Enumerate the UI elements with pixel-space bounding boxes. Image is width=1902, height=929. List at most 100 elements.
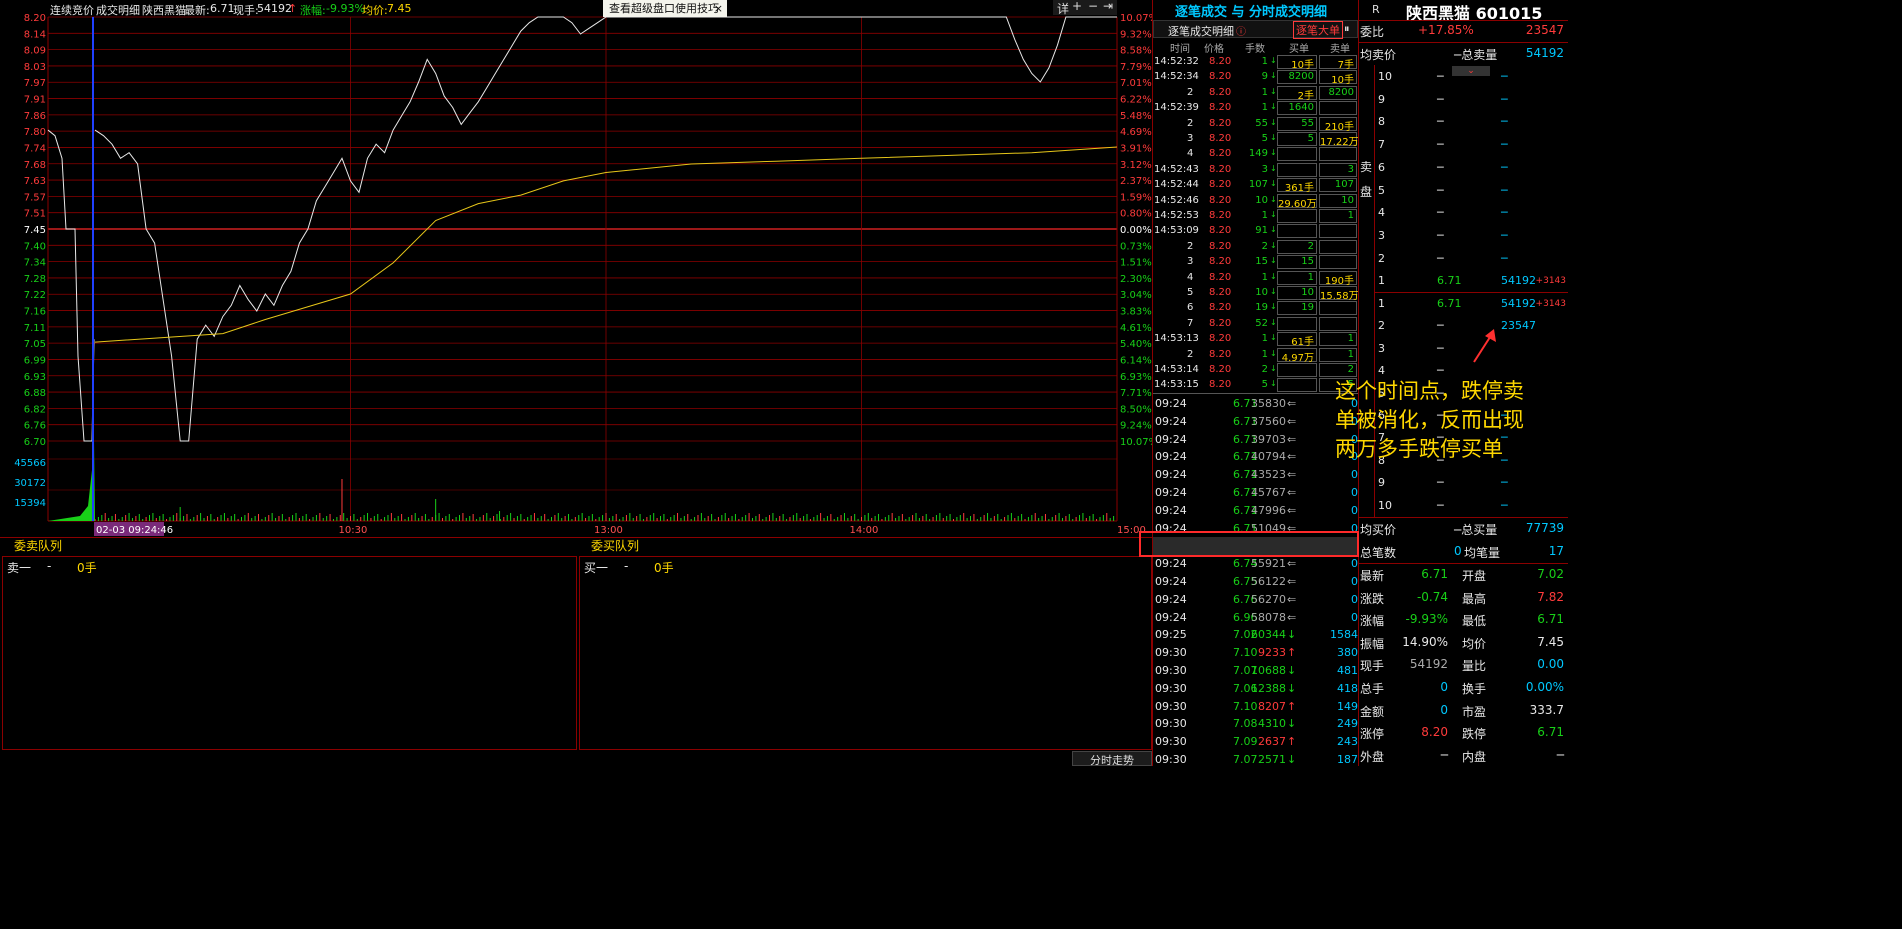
- trade-time: 2: [1187, 348, 1194, 360]
- expand-icon[interactable]: ⇥: [1103, 0, 1113, 13]
- trade-time: 14:52:34: [1154, 71, 1199, 83]
- ask-price: ─: [1437, 206, 1444, 220]
- stat-label-2: 跌停: [1462, 727, 1487, 742]
- bid-level: 3: [1378, 341, 1385, 355]
- bid-level-row[interactable]: 1 6.71 54192 +3143: [1375, 293, 1568, 315]
- detail-link[interactable]: 成交明细: [96, 2, 140, 18]
- ask-level-row[interactable]: 6 ─ ─: [1375, 157, 1568, 179]
- ask-level-row[interactable]: 9 ─ ─: [1375, 89, 1568, 111]
- sell-order-cell: 17.22万: [1319, 132, 1359, 148]
- minute-trade-row[interactable]: 09:30 7.07 2571 ↓ 187: [1153, 751, 1358, 769]
- minute-trade-row[interactable]: 09:24 6.96 58078 ⇐ 0: [1153, 609, 1358, 627]
- stat-label: 涨幅: [1360, 614, 1385, 629]
- ask-volume: ─: [1501, 160, 1508, 174]
- stat-row: 金额 0 市盈 333.7: [1358, 700, 1568, 722]
- pct-tick-label: 9.32%: [1120, 29, 1152, 40]
- ask-level-row[interactable]: 8 ─ ─: [1375, 111, 1568, 133]
- trade-qty: 15: [1255, 256, 1268, 268]
- minute-trade-row[interactable]: 09:24 6.71 43523 ⇐ 0: [1153, 466, 1358, 484]
- stat-label: 现手: [1360, 659, 1385, 674]
- minute-trade-row[interactable]: 09:24 6.71 45767 ⇐ 0: [1153, 484, 1358, 502]
- minute-trade-row[interactable]: 09:24 6.71 39703 ⇐ 0: [1153, 431, 1358, 449]
- bid-level-row[interactable]: 10 ─ ─: [1375, 495, 1568, 517]
- trade-qty: 91: [1255, 225, 1268, 237]
- stat-value: 14.90%: [1402, 634, 1448, 649]
- minute-trade-row[interactable]: 09:24 6.74 55921 ⇐ 0: [1153, 555, 1358, 573]
- ask-level-row[interactable]: 10 ─ ─: [1375, 66, 1568, 88]
- sell-order-cell: [1319, 301, 1357, 316]
- minute-trade-row[interactable]: 09:30 7.07 10688 ↓ 481: [1153, 662, 1358, 680]
- y-tick-label: 7.34: [24, 258, 46, 269]
- buy-order-cell: 61手: [1277, 332, 1317, 348]
- trade-time: 2: [1187, 240, 1194, 252]
- pct-tick-label: 7.79%: [1120, 62, 1152, 73]
- ask-level-row[interactable]: 5 ─ ─: [1375, 180, 1568, 202]
- minute-trade-row[interactable]: 09:24 6.76 56270 ⇐ 0: [1153, 591, 1358, 609]
- minute-trade-row[interactable]: 09:24 6.71 47996 ⇐ 0: [1153, 502, 1358, 520]
- up-arrow-icon: ↑: [1287, 735, 1297, 749]
- minute-trade-row[interactable]: 09:30 7.09 2637 ↑ 243: [1153, 733, 1358, 751]
- minute-trade-row[interactable]: 09:30 7.08 4310 ↓ 249: [1153, 715, 1358, 733]
- ask-level-row[interactable]: 2 ─ ─: [1375, 248, 1568, 270]
- minute-trade-row[interactable]: 09:24 6.71 37560 ⇐ 0: [1153, 413, 1358, 431]
- minute-count: 0: [1351, 557, 1358, 571]
- sell-order-cell: [1319, 147, 1357, 162]
- y-tick-label: 8.14: [24, 29, 46, 40]
- minute-time: 09:30: [1155, 681, 1187, 695]
- y-tick-label: 7.86: [24, 111, 46, 122]
- pause-icon[interactable]: ⏸: [1344, 22, 1350, 36]
- tab-intraday[interactable]: 分时走势: [1072, 751, 1152, 767]
- tips-banner[interactable]: 查看超级盘口使用技巧 ×: [603, 0, 727, 17]
- col-buy: 买单: [1289, 44, 1309, 55]
- ask-level: 7: [1378, 138, 1385, 152]
- ask-level-row[interactable]: 3 ─ ─: [1375, 225, 1568, 247]
- detail-button[interactable]: 详: [1057, 0, 1069, 17]
- minute-time: 09:24: [1155, 414, 1187, 428]
- trade-time: 14:53:15: [1154, 379, 1199, 391]
- ask-level: 5: [1378, 183, 1385, 197]
- minute-trade-row[interactable]: 09:30 7.10 9233 ↑ 380: [1153, 644, 1358, 662]
- bid-price: ─: [1437, 364, 1444, 378]
- trade-price: 8.20: [1209, 148, 1232, 160]
- zoom-in-icon[interactable]: +: [1072, 0, 1082, 13]
- ask-level-row[interactable]: 7 ─ ─: [1375, 134, 1568, 156]
- trade-row: 14:53:09 8.20 91 ↓: [1153, 224, 1358, 239]
- x-tick-label: 10:30: [339, 525, 368, 536]
- trade-qty: 55: [1255, 117, 1268, 129]
- big-order-button[interactable]: 逐笔大单: [1293, 21, 1343, 39]
- trade-row: 14:53:13 8.20 1 ↓ 61手 1: [1153, 332, 1358, 348]
- minute-count: 380: [1337, 646, 1358, 660]
- avg-sell-row: 均卖价 ─总卖量 54192: [1358, 43, 1568, 65]
- down-arrow-icon: ↓: [1270, 117, 1277, 127]
- minute-trade-row[interactable]: 09:30 7.10 8207 ↑ 149: [1153, 698, 1358, 716]
- trade-time: 2: [1187, 86, 1194, 98]
- bid-level-row[interactable]: 9 ─ ─: [1375, 472, 1568, 494]
- bid-volume: 23547: [1501, 319, 1536, 333]
- trade-qty: 5: [1261, 379, 1268, 391]
- stat-row: 振幅 14.90% 均价 7.45: [1358, 632, 1568, 654]
- stat-row: 外盘 ─ 内盘 ─: [1358, 745, 1568, 767]
- minute-trade-row[interactable]: 09:30 7.06 12388 ↓ 418: [1153, 680, 1358, 698]
- minute-trade-row[interactable]: 09:24 6.71 35830 ⇐ 0: [1153, 395, 1358, 413]
- ask-level-row[interactable]: 4 ─ ─: [1375, 202, 1568, 224]
- minute-trade-row[interactable]: 09:24 6.75 56122 ⇐ 0: [1153, 573, 1358, 591]
- pct-tick-label: 5.40%: [1120, 339, 1152, 350]
- info-icon[interactable]: ⓘ: [1236, 23, 1246, 38]
- buy-order-cell: [1277, 224, 1317, 239]
- ask-level-row[interactable]: 1 6.71 54192 +3143: [1375, 270, 1568, 292]
- ask-price: ─: [1437, 183, 1444, 197]
- minute-trade-row[interactable]: 09:25 7.02 60344 ↓ 1584: [1153, 626, 1358, 644]
- trade-price: 8.20: [1209, 225, 1232, 237]
- sell-order-cell: 1: [1319, 347, 1357, 362]
- trade-price: 8.20: [1209, 333, 1232, 345]
- minute-trade-row[interactable]: 09:24 6.71 40794 ⇐ 0: [1153, 448, 1358, 466]
- bid-volume: ─: [1501, 498, 1508, 512]
- stat-value-2: 6.71: [1537, 725, 1564, 740]
- close-icon[interactable]: ×: [714, 0, 723, 17]
- down-arrow-icon: ↓: [1270, 86, 1277, 96]
- zoom-out-icon[interactable]: −: [1088, 0, 1098, 13]
- intraday-chart[interactable]: 8.2010.07%8.149.32%8.098.58%8.037.79%7.9…: [0, 0, 1152, 540]
- buy-one-label: 买一: [584, 561, 609, 575]
- minute-time: 09:30: [1155, 753, 1187, 766]
- trade-qty: 2: [1261, 240, 1268, 252]
